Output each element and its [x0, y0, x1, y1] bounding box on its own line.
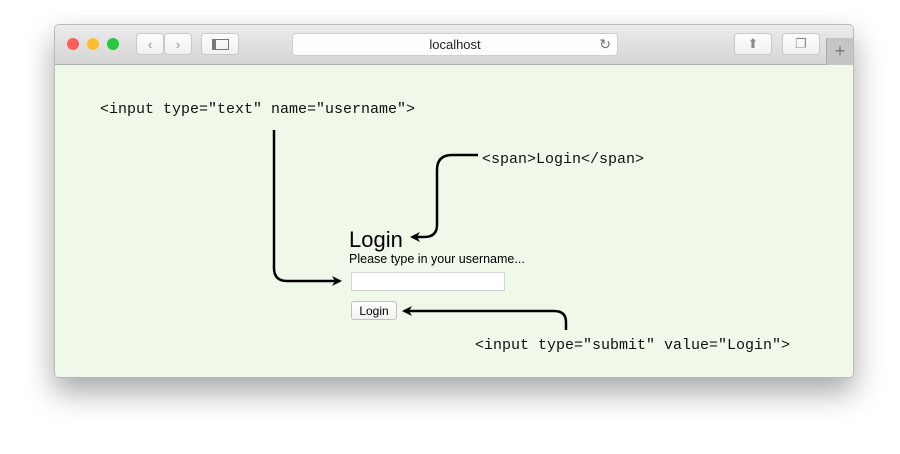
arrow-to-login-button — [402, 306, 568, 330]
arrow-to-username-input — [272, 130, 342, 286]
annotation-arrows — [272, 130, 568, 330]
arrow-to-login-title — [410, 153, 478, 242]
